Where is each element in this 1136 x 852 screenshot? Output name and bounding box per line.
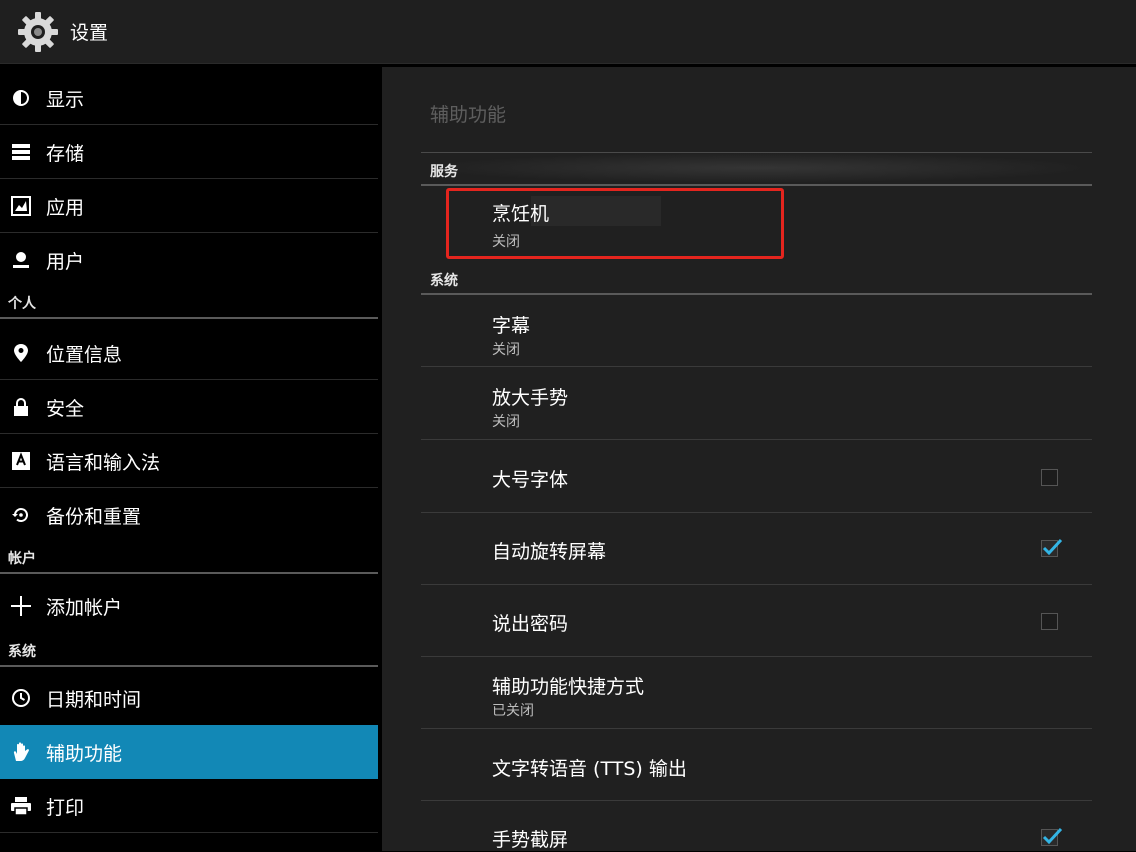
sidebar-item-label: 用户 <box>46 250 85 273</box>
setting-summary: 关闭 <box>492 414 520 430</box>
service-item[interactable]: 烹饪机 关闭 <box>421 186 1092 258</box>
setting-summary: 关闭 <box>492 342 520 358</box>
divider <box>0 317 378 319</box>
user-icon <box>10 249 32 271</box>
printer-icon <box>10 795 32 817</box>
setting-tts-output[interactable]: 文字转语音 (TTS) 输出 <box>421 729 1092 801</box>
category-label: 系统 <box>430 273 458 289</box>
setting-title: 辅助功能快捷方式 <box>492 676 645 698</box>
plus-icon <box>10 595 32 617</box>
speak-passwords-checkbox[interactable] <box>1041 613 1058 630</box>
brightness-icon <box>10 87 32 109</box>
setting-title: 自动旋转屏幕 <box>492 541 607 563</box>
backup-restore-icon <box>10 504 32 526</box>
category-label: 服务 <box>430 164 458 180</box>
sidebar-item-location[interactable]: 位置信息 <box>0 326 378 380</box>
checkmark-icon <box>1042 827 1063 845</box>
setting-captions[interactable]: 字幕 关闭 <box>421 295 1092 367</box>
sidebar-item-users[interactable]: 用户 <box>0 233 378 287</box>
auto-rotate-checkbox[interactable] <box>1041 538 1063 557</box>
accessibility-panel: 辅助功能 服务 烹饪机 关闭 系统 字幕 关闭 放大手势 关闭 大号字体 自动旋… <box>382 67 1136 851</box>
setting-title: 字幕 <box>492 315 531 337</box>
divider <box>0 572 378 574</box>
gesture-screenshot-checkbox[interactable] <box>1041 827 1063 846</box>
sidebar-item-label: 备份和重置 <box>46 505 142 528</box>
sidebar-item-label: 打印 <box>46 796 85 819</box>
row-shade <box>531 196 661 226</box>
category-services: 服务 <box>421 152 1092 186</box>
storage-icon <box>10 141 32 163</box>
setting-title: 说出密码 <box>492 613 569 635</box>
sidebar-item-print[interactable]: 打印 <box>0 779 378 833</box>
sidebar-item-label: 应用 <box>46 196 85 219</box>
setting-summary: 关闭 <box>492 234 520 250</box>
page-title: 辅助功能 <box>430 104 507 126</box>
gear-icon[interactable] <box>14 8 62 56</box>
hand-icon <box>10 741 32 763</box>
category-system: 系统 <box>421 261 1092 295</box>
sidebar-item-label: 位置信息 <box>46 343 123 366</box>
sidebar-section-personal: 个人 <box>0 287 378 319</box>
divider <box>421 152 1092 153</box>
setting-title: 烹饪机 <box>492 203 550 225</box>
location-icon <box>10 342 32 364</box>
setting-large-text[interactable]: 大号字体 <box>421 441 1092 513</box>
sidebar-item-add-account[interactable]: 添加帐户 <box>0 579 378 633</box>
sidebar-section-accounts: 帐户 <box>0 542 378 574</box>
sidebar-item-label: 安全 <box>46 397 85 420</box>
setting-title: 大号字体 <box>492 469 569 491</box>
section-label: 帐户 <box>8 551 36 567</box>
divider <box>421 366 1092 367</box>
sidebar-item-label: 辅助功能 <box>46 742 123 765</box>
sidebar-section-system: 系统 <box>0 635 378 667</box>
sidebar-item-label: 显示 <box>46 88 85 111</box>
section-label: 个人 <box>8 296 36 312</box>
setting-title: 放大手势 <box>492 387 569 409</box>
sidebar-item-apps[interactable]: 应用 <box>0 179 378 233</box>
lock-icon <box>10 396 32 418</box>
keyboard-language-icon <box>10 450 32 472</box>
sidebar-item-language[interactable]: 语言和输入法 <box>0 434 378 488</box>
action-bar: 设置 <box>0 0 1136 64</box>
sidebar-item-date-time[interactable]: 日期和时间 <box>0 671 378 725</box>
setting-title: 文字转语音 (TTS) 输出 <box>492 758 687 780</box>
setting-auto-rotate[interactable]: 自动旋转屏幕 <box>421 513 1092 585</box>
sidebar-item-label: 添加帐户 <box>46 596 123 619</box>
setting-magnification-gestures[interactable]: 放大手势 关闭 <box>421 368 1092 440</box>
divider <box>0 832 378 833</box>
setting-title: 手势截屏 <box>492 829 569 851</box>
divider <box>421 439 1092 440</box>
sidebar-item-storage[interactable]: 存储 <box>0 125 378 179</box>
sidebar-item-backup[interactable]: 备份和重置 <box>0 488 378 542</box>
sidebar-item-label: 存储 <box>46 142 85 165</box>
setting-speak-passwords[interactable]: 说出密码 <box>421 585 1092 657</box>
sidebar-item-display[interactable]: 显示 <box>0 71 378 125</box>
setting-accessibility-shortcut[interactable]: 辅助功能快捷方式 已关闭 <box>421 657 1092 729</box>
sidebar-item-accessibility[interactable]: 辅助功能 <box>0 725 378 779</box>
apps-icon <box>10 195 32 217</box>
checkmark-icon <box>1042 538 1063 556</box>
sidebar-item-security[interactable]: 安全 <box>0 380 378 434</box>
sidebar-item-label: 语言和输入法 <box>46 451 161 474</box>
clock-icon <box>10 687 32 709</box>
sidebar-item-label: 日期和时间 <box>46 688 142 711</box>
app-title: 设置 <box>70 22 109 44</box>
section-label: 系统 <box>8 644 36 660</box>
sidebar: 显示 存储 应用 用户 个人 位置信息 安全 语言和输入法 备份和重置 帐户 添… <box>0 71 378 851</box>
large-text-checkbox[interactable] <box>1041 469 1058 486</box>
divider <box>0 665 378 667</box>
setting-summary: 已关闭 <box>492 703 534 719</box>
setting-gesture-screenshot[interactable]: 手势截屏 <box>421 801 1092 851</box>
